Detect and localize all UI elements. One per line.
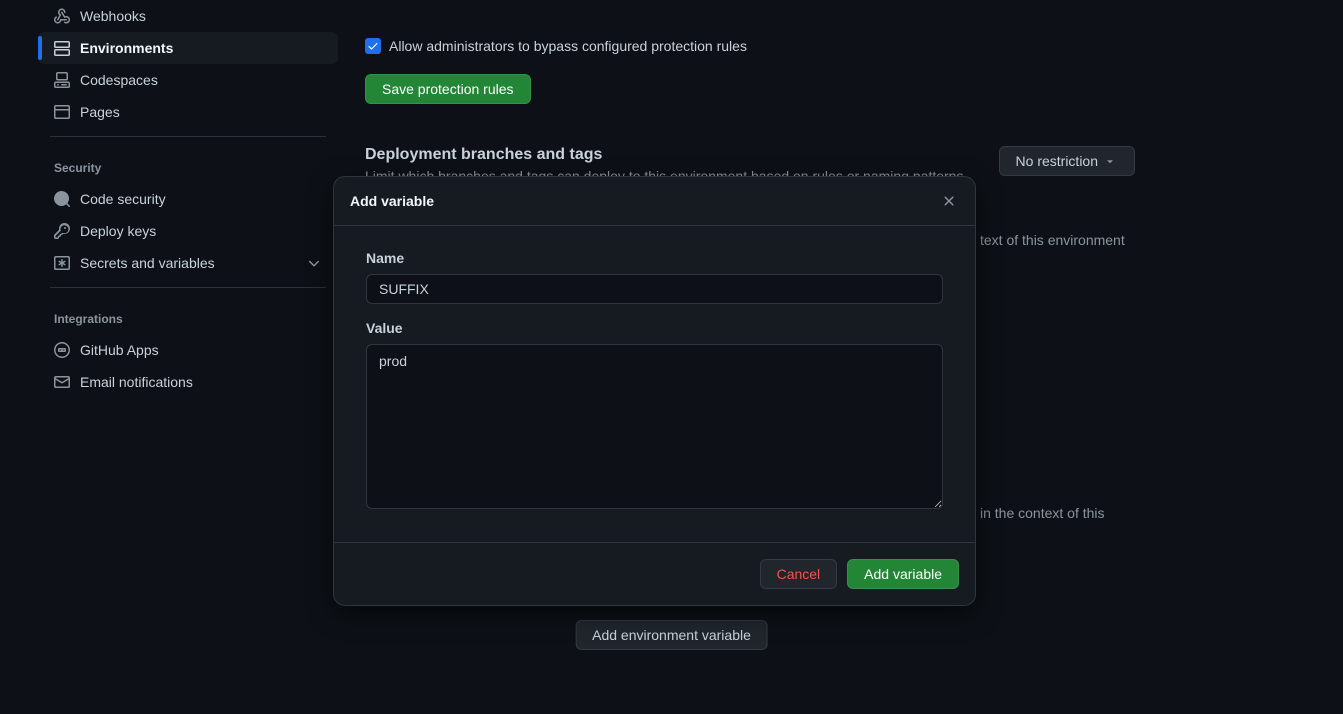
sidebar: Webhooks Environments Codespaces Pages S… bbox=[38, 0, 338, 398]
sidebar-item-secrets-variables[interactable]: Secrets and variables bbox=[38, 247, 338, 279]
sidebar-item-pages[interactable]: Pages bbox=[38, 96, 338, 128]
value-textarea[interactable] bbox=[366, 344, 943, 509]
sidebar-heading-integrations: Integrations bbox=[38, 296, 338, 334]
save-protection-rules-button[interactable]: Save protection rules bbox=[365, 74, 531, 104]
sidebar-heading-security: Security bbox=[38, 145, 338, 183]
sidebar-item-codespaces[interactable]: Codespaces bbox=[38, 64, 338, 96]
browser-icon bbox=[54, 104, 70, 120]
no-restriction-label: No restriction bbox=[1016, 153, 1098, 169]
sidebar-label: Webhooks bbox=[80, 8, 146, 24]
sidebar-label: Environments bbox=[80, 40, 173, 56]
bypass-checkbox-row[interactable]: Allow administrators to bypass configure… bbox=[365, 38, 1135, 54]
partial-text-environment: text of this environment bbox=[980, 232, 1125, 248]
add-environment-variable-button[interactable]: Add environment variable bbox=[575, 620, 768, 650]
no-restriction-dropdown[interactable]: No restriction bbox=[999, 146, 1135, 176]
sidebar-item-email-notifications[interactable]: Email notifications bbox=[38, 366, 338, 398]
codescan-icon bbox=[54, 191, 70, 207]
checkbox-checked-icon[interactable] bbox=[365, 38, 381, 54]
sidebar-label: Secrets and variables bbox=[80, 255, 215, 271]
partial-text-context: in the context of this bbox=[980, 505, 1105, 521]
main-content: Allow administrators to bypass configure… bbox=[365, 0, 1135, 184]
add-variable-button[interactable]: Add variable bbox=[847, 559, 959, 589]
sidebar-item-deploy-keys[interactable]: Deploy keys bbox=[38, 215, 338, 247]
key-asterisk-icon bbox=[54, 255, 70, 271]
name-label: Name bbox=[366, 250, 943, 266]
sidebar-label: Codespaces bbox=[80, 72, 158, 88]
sidebar-label: Email notifications bbox=[80, 374, 193, 390]
nav-divider bbox=[50, 136, 326, 137]
codespaces-icon bbox=[54, 72, 70, 88]
sidebar-item-webhooks[interactable]: Webhooks bbox=[38, 0, 338, 32]
sidebar-label: GitHub Apps bbox=[80, 342, 159, 358]
add-variable-modal: Add variable Name Value Cancel Add varia… bbox=[333, 176, 976, 606]
mail-icon bbox=[54, 374, 70, 390]
sidebar-label: Pages bbox=[80, 104, 120, 120]
hubot-icon bbox=[54, 342, 70, 358]
chevron-down-icon bbox=[306, 255, 322, 271]
server-icon bbox=[54, 40, 70, 56]
cancel-button[interactable]: Cancel bbox=[760, 559, 838, 589]
webhook-icon bbox=[54, 8, 70, 24]
sidebar-label: Deploy keys bbox=[80, 223, 156, 239]
bypass-label: Allow administrators to bypass configure… bbox=[389, 38, 747, 54]
name-input[interactable] bbox=[366, 274, 943, 304]
sidebar-label: Code security bbox=[80, 191, 166, 207]
nav-divider bbox=[50, 287, 326, 288]
modal-title: Add variable bbox=[350, 193, 434, 209]
key-icon bbox=[54, 223, 70, 239]
sidebar-item-github-apps[interactable]: GitHub Apps bbox=[38, 334, 338, 366]
triangle-down-icon bbox=[1102, 153, 1118, 169]
sidebar-item-code-security[interactable]: Code security bbox=[38, 183, 338, 215]
value-label: Value bbox=[366, 320, 943, 336]
sidebar-item-environments[interactable]: Environments bbox=[38, 32, 338, 64]
close-icon[interactable] bbox=[939, 191, 959, 211]
branches-title: Deployment branches and tags bbox=[365, 146, 967, 164]
